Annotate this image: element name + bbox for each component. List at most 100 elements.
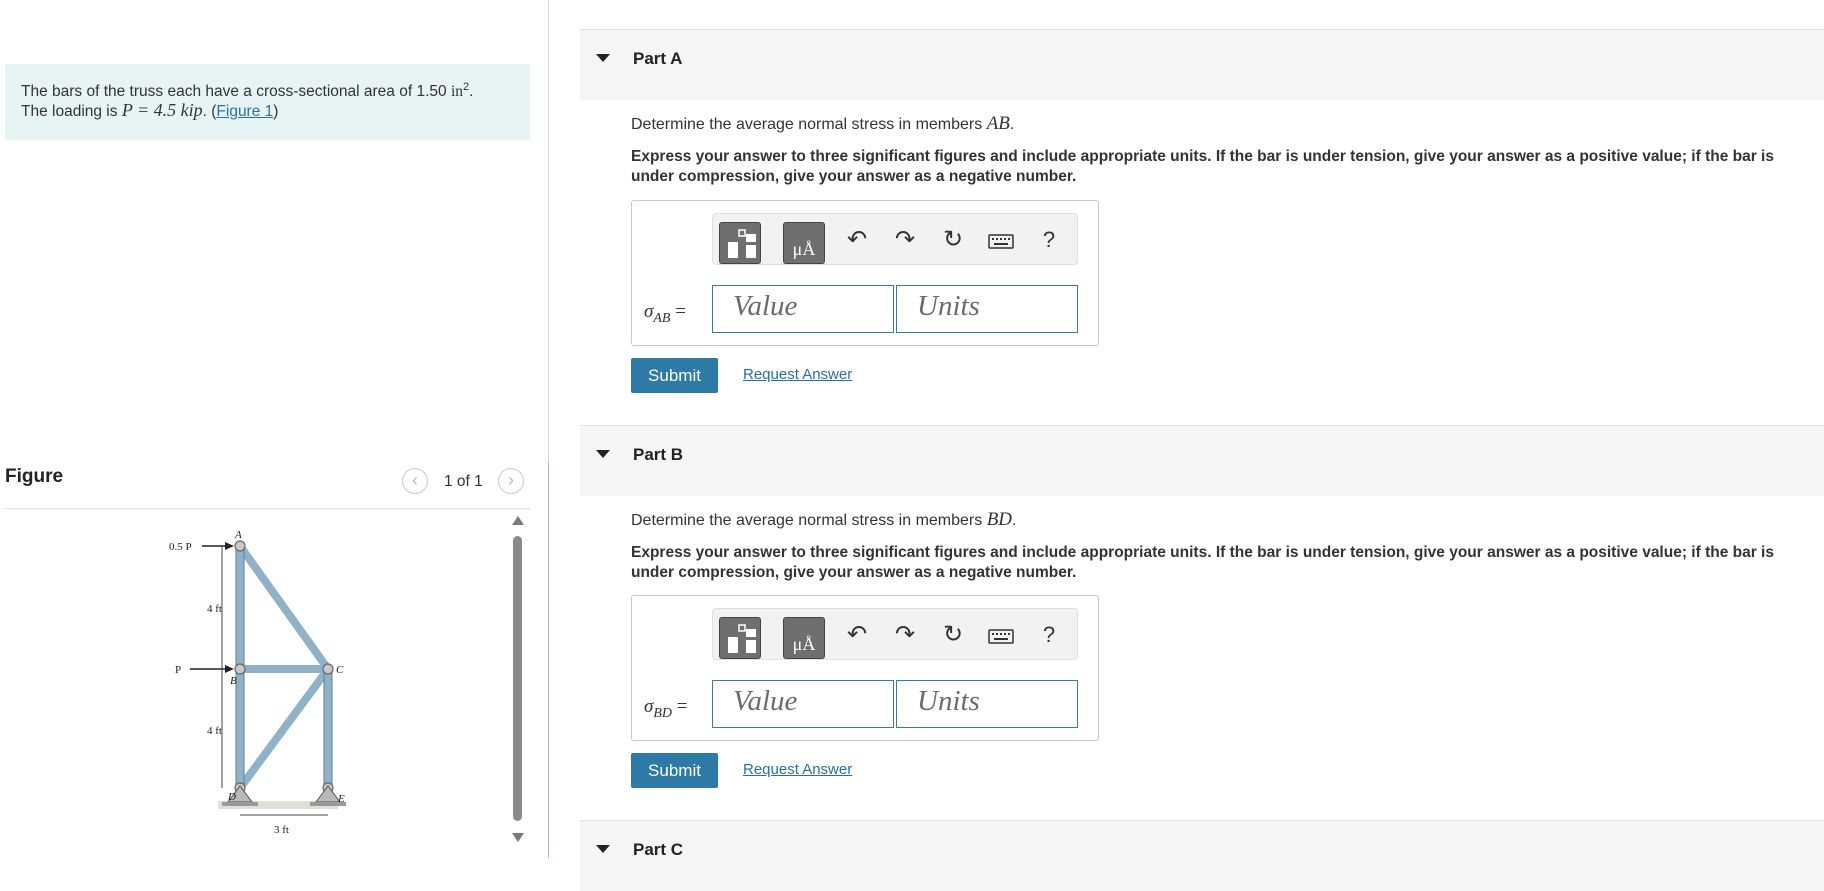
part-b-question-end: .: [1012, 512, 1017, 529]
joint-c: [322, 663, 334, 675]
part-b-header[interactable]: Part B: [580, 425, 1824, 496]
part-a-instruction: Express your answer to three significant…: [631, 148, 1774, 185]
units-button[interactable]: μÅ: [783, 617, 825, 659]
reset-icon[interactable]: ↻: [939, 226, 967, 254]
left-pane: The bars of the truss each have a cross-…: [0, 0, 548, 858]
next-figure-button[interactable]: ›: [498, 468, 524, 494]
pin-support-e: [315, 785, 341, 803]
part-c-header[interactable]: Part C: [580, 820, 1824, 891]
units-button[interactable]: μÅ: [783, 222, 825, 264]
node-label-a: A: [234, 529, 242, 541]
help-button[interactable]: ?: [1035, 621, 1063, 649]
figure-scrollbar[interactable]: [510, 516, 526, 851]
keyboard-icon[interactable]: [987, 621, 1015, 649]
part-a-toolbar: μÅ ↶ ↷ ↻ ?: [712, 213, 1078, 265]
part-b-sigma-label: σBD =: [644, 696, 688, 722]
figure-link[interactable]: Figure 1: [216, 103, 273, 120]
part-b-member: BD: [986, 509, 1013, 530]
truss-figure: 0.5 P P A B C D E 4 ft 4 ft 3 ft: [169, 529, 346, 836]
part-a-units-input[interactable]: Units: [896, 285, 1078, 333]
part-a-question-text: Determine the average normal stress in m…: [631, 116, 987, 133]
templates-icon: [728, 624, 756, 653]
dim-label-upper: 4 ft: [207, 603, 222, 615]
redo-icon[interactable]: ↷: [891, 621, 919, 649]
figure-page-indicator: 1 of 1: [444, 473, 483, 490]
units-label: μÅ: [792, 634, 816, 654]
caret-down-icon[interactable]: [596, 450, 610, 458]
equals-sign: =: [670, 301, 686, 322]
figure-title: Figure: [5, 466, 64, 487]
caret-down-icon[interactable]: [596, 54, 610, 62]
dim-label-lower: 4 ft: [207, 725, 222, 737]
part-a-header[interactable]: Part A: [580, 29, 1824, 100]
part-a-value-input[interactable]: Value: [712, 285, 894, 333]
scroll-thumb[interactable]: [513, 536, 522, 821]
pane-divider-accent: [548, 462, 549, 858]
part-a-submit-button[interactable]: Submit: [631, 358, 718, 393]
part-c-title: Part C: [633, 840, 684, 859]
joint-b: [234, 663, 246, 675]
templates-button[interactable]: [719, 222, 761, 264]
link-open: . (: [202, 103, 217, 120]
part-b-toolbar: μÅ ↶ ↷ ↻ ?: [712, 608, 1078, 660]
load-label-top: 0.5 P: [169, 541, 192, 553]
part-b-value-input[interactable]: Value: [712, 680, 894, 728]
part-b-answer-box: μÅ ↶ ↷ ↻ ? σBD = Value Units: [631, 595, 1099, 741]
chevron-left-icon: ‹: [412, 470, 418, 490]
part-b-body: Determine the average normal stress in m…: [631, 510, 1811, 788]
part-a-body: Determine the average normal stress in m…: [631, 114, 1811, 393]
chevron-right-icon: ›: [508, 470, 514, 490]
prev-figure-button[interactable]: ‹: [402, 468, 428, 494]
part-a-request-answer-link[interactable]: Request Answer: [743, 366, 852, 383]
part-b-question: Determine the average normal stress in m…: [631, 510, 1811, 531]
member-ac: [236, 542, 332, 673]
reset-icon[interactable]: ↻: [939, 621, 967, 649]
sigma-symbol: σ: [644, 301, 654, 322]
sigma-symbol: σ: [644, 696, 654, 717]
units-label: μÅ: [792, 239, 816, 259]
scroll-down-icon[interactable]: [512, 833, 524, 842]
node-label-e: E: [337, 793, 345, 805]
node-label-b: B: [230, 675, 237, 687]
member-dc: [236, 665, 332, 792]
part-b-question-text: Determine the average normal stress in m…: [631, 512, 987, 529]
link-close: ): [273, 103, 279, 120]
part-b-submit-button[interactable]: Submit: [631, 753, 718, 788]
figure-divider: [5, 508, 530, 509]
part-a-answer-box: μÅ ↶ ↷ ↻ ? σAB = Value Units: [631, 200, 1099, 346]
part-a-question: Determine the average normal stress in m…: [631, 114, 1811, 135]
node-label-c: C: [336, 664, 344, 676]
load-equation: P = 4.5 kip: [121, 100, 203, 120]
keyboard-icon[interactable]: [987, 226, 1015, 254]
help-button[interactable]: ?: [1035, 226, 1063, 254]
node-label-d: D: [227, 791, 236, 803]
scroll-up-icon[interactable]: [512, 516, 524, 525]
part-a-title: Part A: [633, 49, 683, 68]
load-label-mid: P: [175, 664, 181, 676]
part-b-instruction: Express your answer to three significant…: [631, 544, 1774, 581]
problem-statement: The bars of the truss each have a cross-…: [5, 64, 530, 140]
problem-text: The bars of the truss each have a cross-…: [21, 83, 451, 100]
templates-button[interactable]: [719, 617, 761, 659]
joint-a: [234, 540, 246, 552]
sigma-subscript: BD: [653, 705, 673, 721]
undo-icon[interactable]: ↶: [843, 621, 871, 649]
redo-icon[interactable]: ↷: [891, 226, 919, 254]
part-a-question-end: .: [1009, 116, 1015, 133]
figure-header: Figure ‹ 1 of 1 ›: [5, 462, 530, 508]
undo-icon[interactable]: ↶: [843, 226, 871, 254]
arrow-head-icon: [225, 542, 234, 550]
templates-icon: [728, 229, 756, 258]
part-a-sigma-label: σAB =: [644, 301, 686, 327]
equals-sign: =: [672, 696, 688, 717]
part-a-member: AB: [986, 113, 1010, 134]
sigma-subscript: AB: [653, 310, 671, 326]
problem-period: .: [469, 83, 474, 100]
part-b-request-answer-link[interactable]: Request Answer: [743, 761, 852, 778]
part-b-units-input[interactable]: Units: [896, 680, 1078, 728]
area-unit: in: [450, 83, 463, 100]
caret-down-icon[interactable]: [596, 845, 610, 853]
truss-members: [236, 542, 332, 792]
part-b-title: Part B: [633, 445, 684, 464]
loading-text: The loading is: [21, 103, 122, 120]
